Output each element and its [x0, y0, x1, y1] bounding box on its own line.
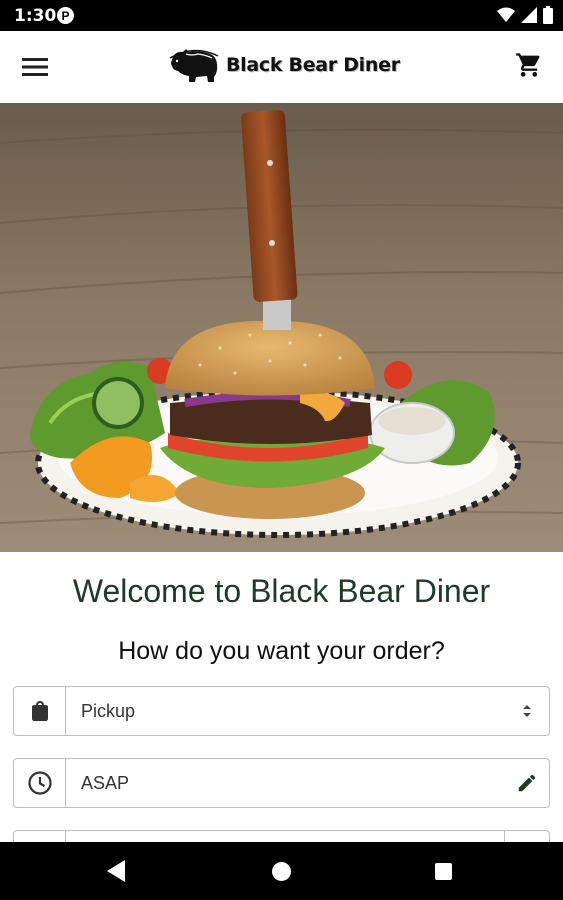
home-icon[interactable]	[272, 862, 291, 881]
welcome-title: Welcome to Black Bear Diner	[72, 573, 491, 609]
hamburger-menu-icon	[22, 58, 48, 76]
notification-icon: P	[57, 7, 74, 24]
order-time-value: ASAP	[81, 772, 130, 793]
wifi-icon	[497, 7, 515, 22]
order-time-field[interactable]: ASAP	[13, 758, 550, 808]
pencil-icon	[518, 774, 536, 792]
hero-food-image	[0, 103, 563, 552]
order-type-icon-cell	[14, 687, 66, 735]
signal-icon	[521, 7, 537, 23]
status-bar: 1:30 P	[0, 0, 563, 31]
order-time-icon-cell	[14, 759, 66, 807]
cart-icon	[516, 53, 540, 77]
back-icon[interactable]	[107, 860, 125, 882]
order-type-value: Pickup	[81, 700, 136, 721]
shopping-bag-icon	[31, 701, 48, 721]
brand-logo[interactable]: Black Bear Diner	[168, 46, 400, 84]
select-arrows	[505, 687, 549, 735]
logo-text: Black Bear Diner	[226, 54, 400, 76]
system-nav-bar	[0, 842, 563, 900]
status-time: 1:30	[14, 6, 57, 26]
order-type-select[interactable]: Pickup	[13, 686, 550, 736]
order-question: How do you want your order?	[118, 637, 445, 665]
menu-button[interactable]	[20, 52, 50, 82]
battery-icon	[543, 6, 553, 24]
chevron-updown-icon	[523, 705, 531, 717]
status-icons	[497, 6, 553, 24]
bear-logo-icon	[169, 49, 219, 82]
app-bar: Black Bear Diner	[0, 31, 563, 103]
clock-icon	[27, 771, 52, 795]
cart-button[interactable]	[515, 51, 543, 79]
edit-time-button[interactable]	[505, 759, 549, 807]
recents-icon[interactable]	[435, 863, 452, 880]
